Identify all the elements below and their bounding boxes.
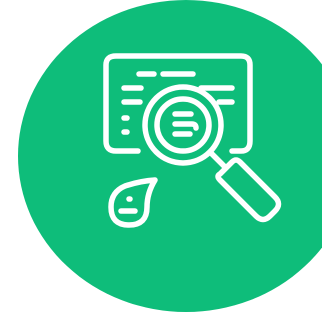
magnifier-neck-icon	[208, 150, 228, 170]
document-search-icon	[103, 53, 282, 228]
drop-icon	[108, 177, 158, 228]
lens-line-2	[172, 121, 199, 131]
illustration-canvas	[0, 0, 322, 328]
magnifier-handle-icon	[215, 157, 282, 223]
